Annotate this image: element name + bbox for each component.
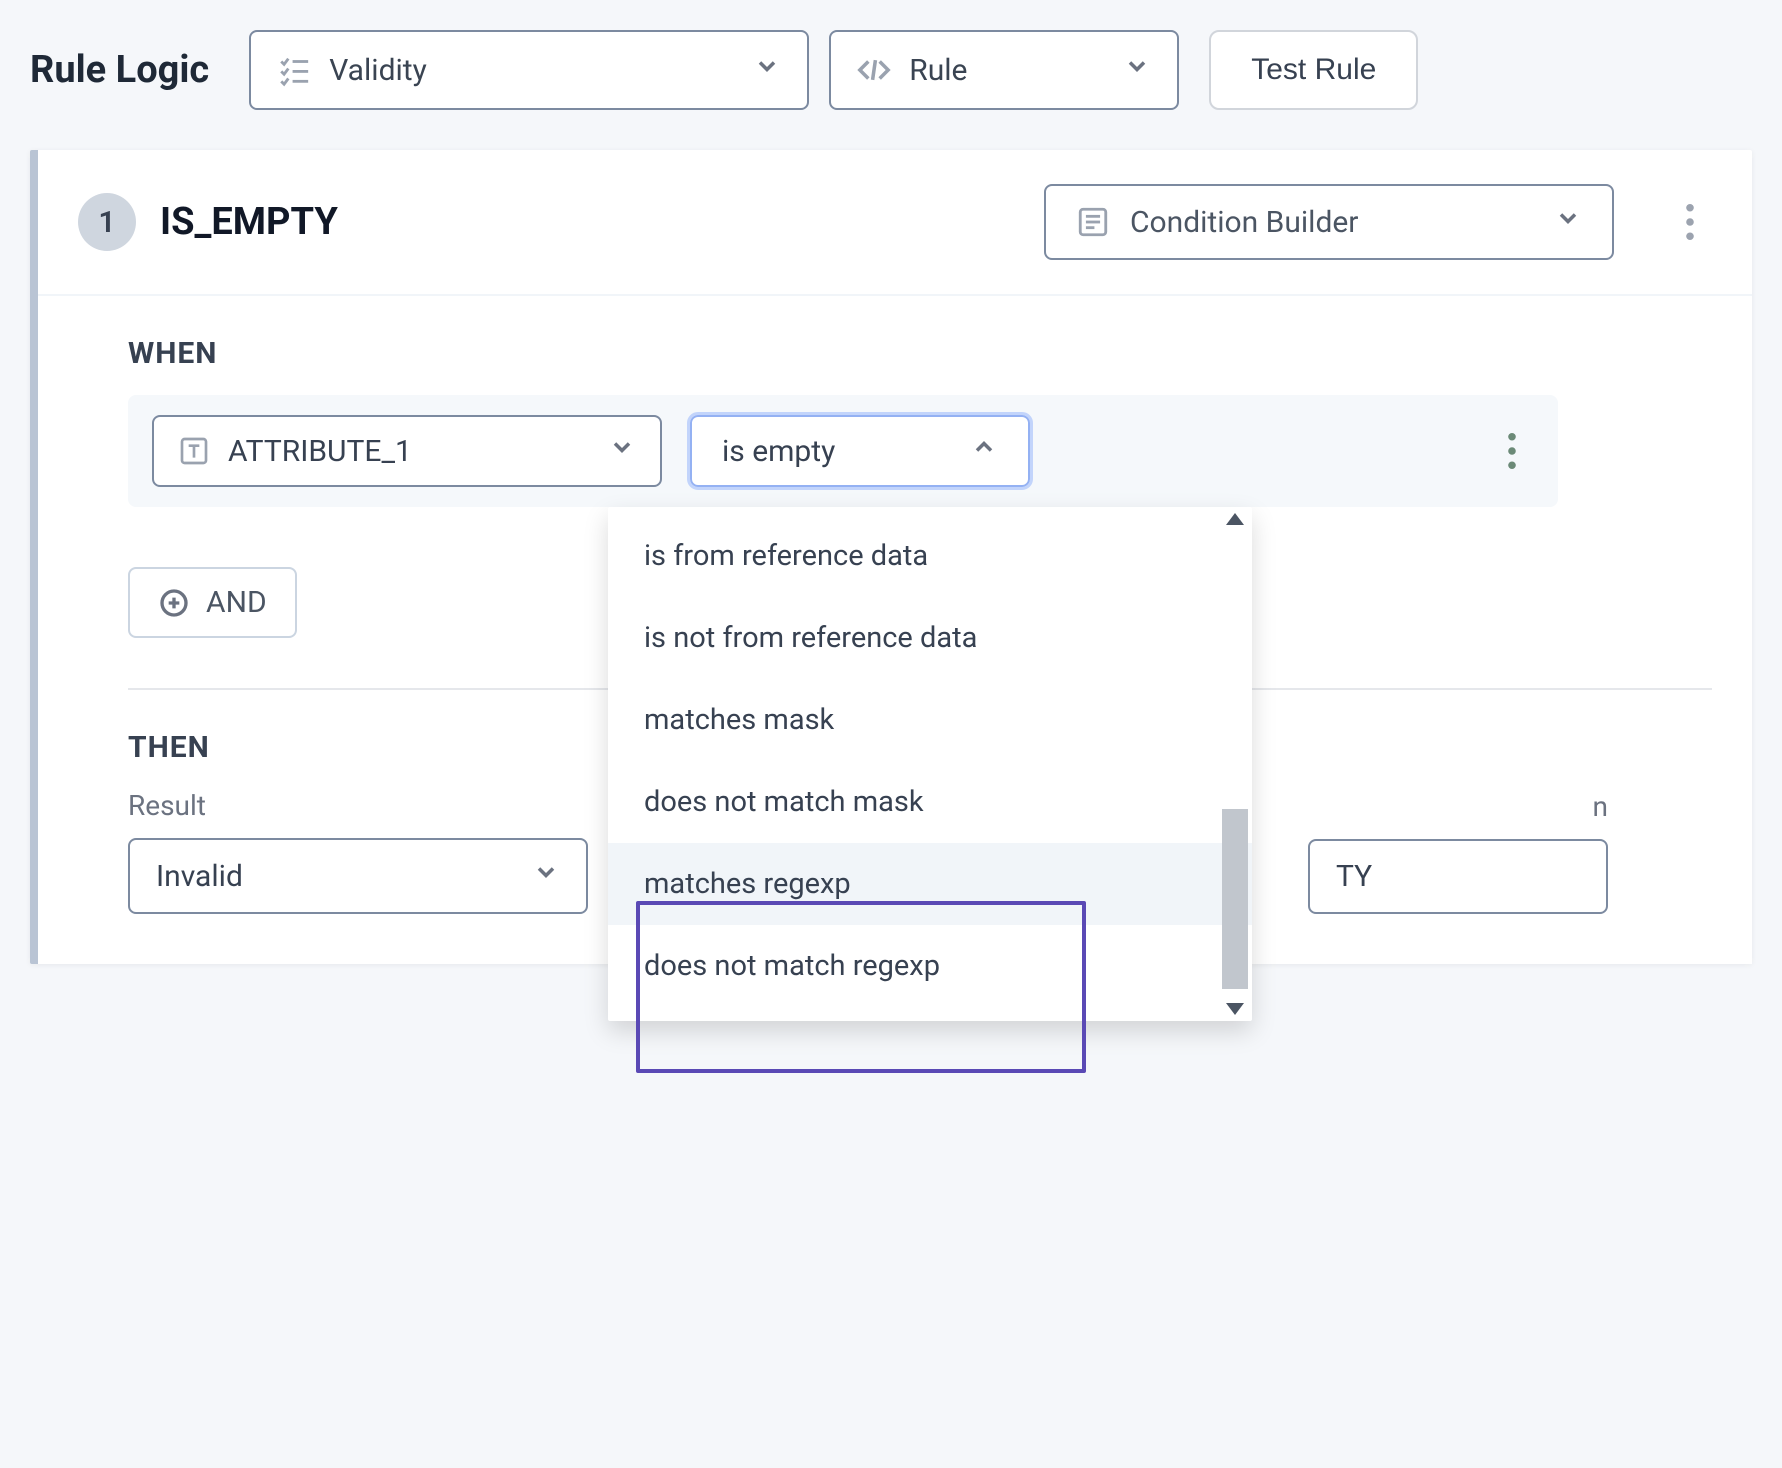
result-select-value: Invalid xyxy=(156,859,243,894)
rule-index-badge: 1 xyxy=(78,193,136,251)
result-field-label: Result xyxy=(128,789,588,822)
rule-header: 1 IS_EMPTY Condition Builder xyxy=(38,150,1752,296)
code-icon xyxy=(857,53,891,87)
truncated-field-label: n xyxy=(1308,790,1608,823)
validity-select[interactable]: Validity xyxy=(249,30,809,110)
plus-circle-icon xyxy=(158,587,190,619)
operator-option[interactable]: does not match mask xyxy=(608,761,1252,843)
rule-select[interactable]: Rule xyxy=(829,30,1179,110)
condition-builder-label: Condition Builder xyxy=(1130,205,1534,240)
truncated-select-value: TY xyxy=(1336,859,1372,894)
condition-more-menu[interactable] xyxy=(1490,429,1534,473)
operator-select[interactable]: is empty xyxy=(690,415,1030,487)
chevron-down-icon xyxy=(753,52,781,88)
when-condition-row: ATTRIBUTE_1 is empty is from refer xyxy=(128,395,1558,507)
operator-dropdown-list[interactable]: is from reference data is not from refer… xyxy=(608,515,1252,1007)
chevron-down-icon xyxy=(532,858,560,894)
validity-select-label: Validity xyxy=(329,53,735,88)
chevron-down-icon xyxy=(1123,52,1151,88)
test-rule-button[interactable]: Test Rule xyxy=(1209,30,1418,110)
chevron-down-icon xyxy=(608,433,636,469)
scroll-thumb[interactable] xyxy=(1222,809,1248,989)
top-toolbar: Rule Logic Validity Rule xyxy=(30,30,1752,110)
text-type-icon xyxy=(178,435,210,467)
rule-card: 1 IS_EMPTY Condition Builder WHEN xyxy=(30,150,1752,964)
add-and-condition-button[interactable]: AND xyxy=(128,567,297,638)
operator-option[interactable]: does not match regexp xyxy=(608,925,1252,1007)
operator-option[interactable]: matches regexp xyxy=(608,843,1252,925)
operator-option[interactable]: is from reference data xyxy=(608,515,1252,597)
condition-builder-select[interactable]: Condition Builder xyxy=(1044,184,1614,260)
operator-select-label: is empty xyxy=(722,434,835,469)
rule-more-menu[interactable] xyxy=(1668,200,1712,244)
operator-option[interactable]: matches mask xyxy=(608,679,1252,761)
result-select[interactable]: Invalid xyxy=(128,838,588,914)
attribute-select-label: ATTRIBUTE_1 xyxy=(228,434,590,469)
and-label: AND xyxy=(206,585,267,620)
checklist-icon xyxy=(277,53,311,87)
scroll-down-arrow-icon[interactable] xyxy=(1226,1003,1244,1015)
when-label: WHEN xyxy=(128,336,1712,371)
rule-select-label: Rule xyxy=(909,53,1105,88)
page-title: Rule Logic xyxy=(30,48,209,92)
rule-name: IS_EMPTY xyxy=(160,200,1020,244)
chevron-down-icon xyxy=(1554,204,1582,240)
operator-option[interactable]: is not from reference data xyxy=(608,597,1252,679)
dropdown-scrollbar[interactable] xyxy=(1222,513,1248,1015)
operator-dropdown-menu: is from reference data is not from refer… xyxy=(608,507,1252,1021)
scroll-up-arrow-icon[interactable] xyxy=(1226,513,1244,525)
chevron-up-icon xyxy=(970,433,998,469)
attribute-select[interactable]: ATTRIBUTE_1 xyxy=(152,415,662,487)
truncated-select[interactable]: TY xyxy=(1308,839,1608,914)
rule-body: WHEN ATTRIBUTE_1 is empty xyxy=(38,296,1752,964)
form-icon xyxy=(1076,205,1110,239)
